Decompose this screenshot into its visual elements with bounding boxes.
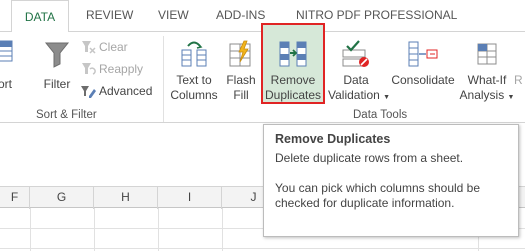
what-if-dropdown-arrow-icon[interactable]: ▼ bbox=[508, 94, 515, 101]
gridline bbox=[94, 208, 95, 251]
tooltip-description: Delete duplicate rows from a sheet. bbox=[275, 151, 464, 165]
remove-duplicates-icon bbox=[279, 41, 307, 67]
advanced-label: Advanced bbox=[99, 84, 153, 98]
sort-filter-group-label: Sort & Filter bbox=[36, 109, 97, 121]
what-if-analysis-label-line2: Analysis ▼ bbox=[458, 88, 516, 105]
text-to-columns-label-line1: Text to bbox=[176, 73, 212, 87]
data-validation-label-text: Validation bbox=[328, 88, 380, 102]
group-separator bbox=[163, 36, 164, 122]
column-header-g[interactable]: G bbox=[30, 187, 94, 209]
remove-duplicates-label-line2: Duplicates bbox=[264, 88, 322, 102]
remove-duplicates-button[interactable]: Remove Duplicates bbox=[263, 34, 323, 103]
flash-fill-button[interactable]: Flash Fill bbox=[226, 34, 256, 103]
tooltip-title: Remove Duplicates bbox=[275, 132, 391, 146]
consolidate-icon bbox=[408, 41, 438, 67]
remove-duplicates-label-line1: Remove bbox=[270, 73, 316, 87]
tab-review[interactable]: REVIEW bbox=[86, 8, 133, 28]
what-if-analysis-label-text: Analysis bbox=[459, 88, 505, 102]
column-header-h[interactable]: H bbox=[94, 187, 158, 209]
gridline bbox=[222, 208, 223, 251]
gridline bbox=[0, 248, 525, 249]
what-if-analysis-label-line1: What-If bbox=[467, 73, 507, 87]
data-tools-group-label: Data Tools bbox=[353, 109, 408, 121]
remove-duplicates-tooltip: Remove Duplicates Delete duplicate rows … bbox=[263, 124, 519, 237]
filter-button[interactable]: Filter bbox=[40, 34, 74, 92]
reapply-label: Reapply bbox=[99, 62, 144, 76]
data-validation-dropdown-arrow-icon[interactable]: ▼ bbox=[383, 94, 390, 101]
gridline bbox=[158, 208, 159, 251]
sort-icon bbox=[0, 40, 13, 62]
relationships-button-partial[interactable]: R bbox=[514, 34, 525, 88]
column-header-f[interactable]: F bbox=[0, 187, 30, 209]
consolidate-button[interactable]: Consolidate bbox=[390, 34, 456, 88]
flash-fill-label-line1: Flash bbox=[226, 73, 256, 87]
tab-view[interactable]: VIEW bbox=[158, 8, 189, 28]
text-to-columns-label-line2: Columns bbox=[170, 88, 218, 102]
ribbon: ort Filter Clear Reapply Advanced Sort &… bbox=[0, 23, 525, 123]
tab-add-ins[interactable]: ADD-INS bbox=[216, 8, 265, 28]
reapply-icon bbox=[82, 63, 96, 75]
text-to-columns-icon bbox=[181, 41, 207, 67]
relationships-label-partial: R bbox=[514, 73, 523, 87]
sort-label: ort bbox=[0, 77, 12, 91]
sort-button[interactable]: ort bbox=[0, 34, 18, 92]
what-if-analysis-icon bbox=[477, 43, 497, 65]
advanced-filter-icon bbox=[81, 86, 96, 98]
what-if-analysis-button[interactable]: What-If Analysis ▼ bbox=[458, 34, 516, 105]
clear-filter-icon bbox=[82, 41, 96, 54]
consolidate-label: Consolidate bbox=[391, 73, 455, 87]
data-validation-icon bbox=[342, 40, 369, 67]
text-to-columns-button[interactable]: Text to Columns bbox=[170, 34, 218, 103]
tab-data[interactable]: DATA bbox=[11, 0, 69, 32]
flash-fill-label-line2: Fill bbox=[233, 88, 249, 102]
column-header-i[interactable]: I bbox=[158, 187, 222, 209]
gridline bbox=[30, 208, 31, 251]
filter-funnel-icon bbox=[44, 42, 70, 68]
filter-label: Filter bbox=[43, 77, 71, 91]
clear-label: Clear bbox=[99, 40, 128, 54]
data-validation-button[interactable]: Data Validation ▼ bbox=[328, 34, 390, 105]
flash-fill-icon bbox=[229, 40, 251, 67]
tooltip-detail: You can pick which columns should be che… bbox=[275, 181, 481, 210]
data-validation-label-line1: Data bbox=[343, 73, 369, 87]
data-validation-label-line2: Validation ▼ bbox=[328, 88, 390, 105]
